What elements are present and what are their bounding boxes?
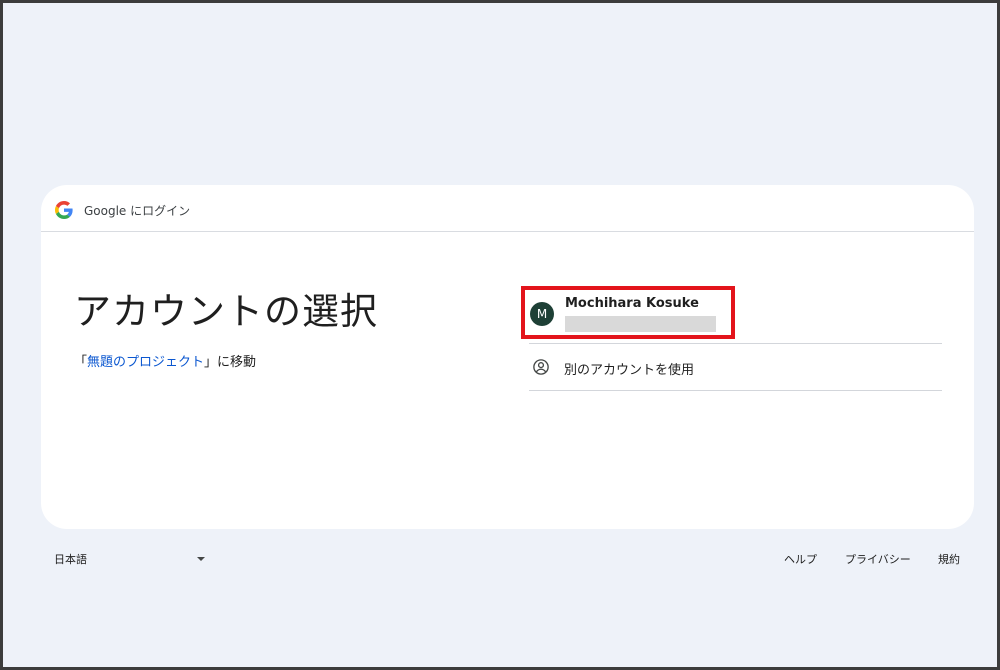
account-item[interactable]: M Mochihara Kosuke — [528, 289, 942, 343]
continue-to-text: 「無題のプロジェクト」に移動 — [74, 351, 256, 370]
page-title: アカウントの選択 — [74, 290, 378, 333]
terms-link[interactable]: 規約 — [938, 551, 960, 567]
account-circle-icon — [533, 359, 549, 375]
privacy-link[interactable]: プライバシー — [845, 551, 911, 567]
continue-suffix: 」に移動 — [204, 355, 257, 370]
header-title: Google にログイン — [84, 204, 191, 218]
project-link[interactable]: 無題のプロジェクト — [87, 355, 204, 370]
language-select[interactable]: 日本語 — [54, 551, 209, 569]
use-another-account-label: 別のアカウントを使用 — [564, 363, 695, 378]
language-label: 日本語 — [54, 553, 87, 566]
google-logo-icon — [55, 201, 73, 219]
use-another-account-button[interactable]: 別のアカウントを使用 — [529, 344, 942, 390]
caret-down-icon — [197, 557, 205, 561]
continue-prefix: 「 — [74, 355, 88, 370]
screenshot-frame: Google にログイン アカウントの選択 「無題のプロジェクト」に移動 M M… — [0, 0, 1000, 670]
footer: 日本語 ヘルプ プライバシー 規約 — [3, 543, 1000, 573]
card-header: Google にログイン — [41, 185, 974, 232]
account-divider-bottom — [529, 390, 942, 391]
help-link[interactable]: ヘルプ — [784, 551, 817, 567]
avatar: M — [530, 302, 554, 326]
email-redacted-bar — [565, 316, 716, 332]
sign-in-card: Google にログイン アカウントの選択 「無題のプロジェクト」に移動 M M… — [41, 185, 974, 529]
account-name: Mochihara Kosuke — [565, 296, 699, 311]
